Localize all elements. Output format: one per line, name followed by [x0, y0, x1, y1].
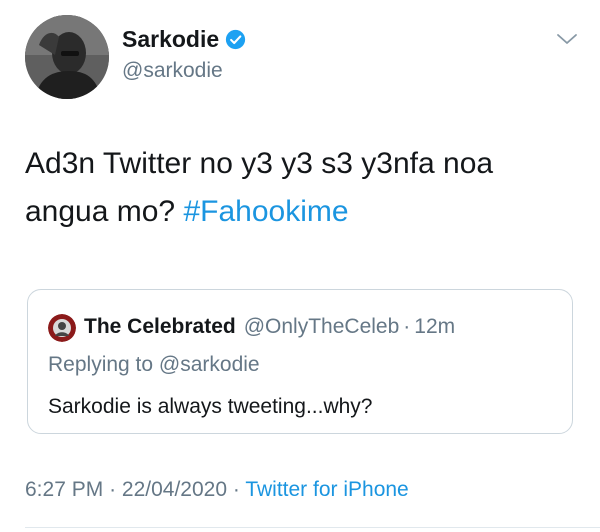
separator-dot: ·: [109, 478, 117, 501]
tweet-meta: 6:27 PM · 22/04/2020 · Twitter for iPhon…: [25, 478, 409, 502]
hashtag-link[interactable]: #Fahookime: [183, 195, 348, 228]
quoted-tweet-card[interactable]: The Celebrated @OnlyTheCeleb · 12m Reply…: [27, 289, 573, 434]
author-handle[interactable]: @sarkodie: [122, 59, 223, 83]
quoted-timestamp: 12m: [414, 315, 456, 338]
divider: [25, 527, 600, 528]
tweet-time[interactable]: 6:27 PM: [25, 478, 103, 501]
quoted-text: Sarkodie is always tweeting...why?: [48, 395, 373, 418]
separator-dot: ·: [232, 478, 240, 501]
author-avatar[interactable]: [25, 15, 109, 99]
tweet-source-link[interactable]: Twitter for iPhone: [245, 478, 408, 501]
verified-badge-icon: [225, 29, 246, 50]
quoted-author-avatar: [48, 314, 76, 342]
replying-to: Replying to @sarkodie: [48, 353, 260, 376]
author-name[interactable]: Sarkodie: [122, 26, 219, 53]
separator-dot: ·: [403, 315, 411, 338]
quoted-author-handle: @OnlyTheCeleb: [243, 315, 400, 338]
tweet-body: Ad3n Twitter no y3 y3 s3 y3nfa noa angua…: [25, 140, 565, 236]
author-name-row: Sarkodie: [122, 26, 246, 53]
chevron-down-icon[interactable]: [555, 30, 579, 48]
quoted-author-name: The Celebrated: [84, 315, 236, 338]
tweet-date[interactable]: 22/04/2020: [122, 478, 227, 501]
quoted-header: The Celebrated @OnlyTheCeleb · 12m: [84, 315, 455, 339]
